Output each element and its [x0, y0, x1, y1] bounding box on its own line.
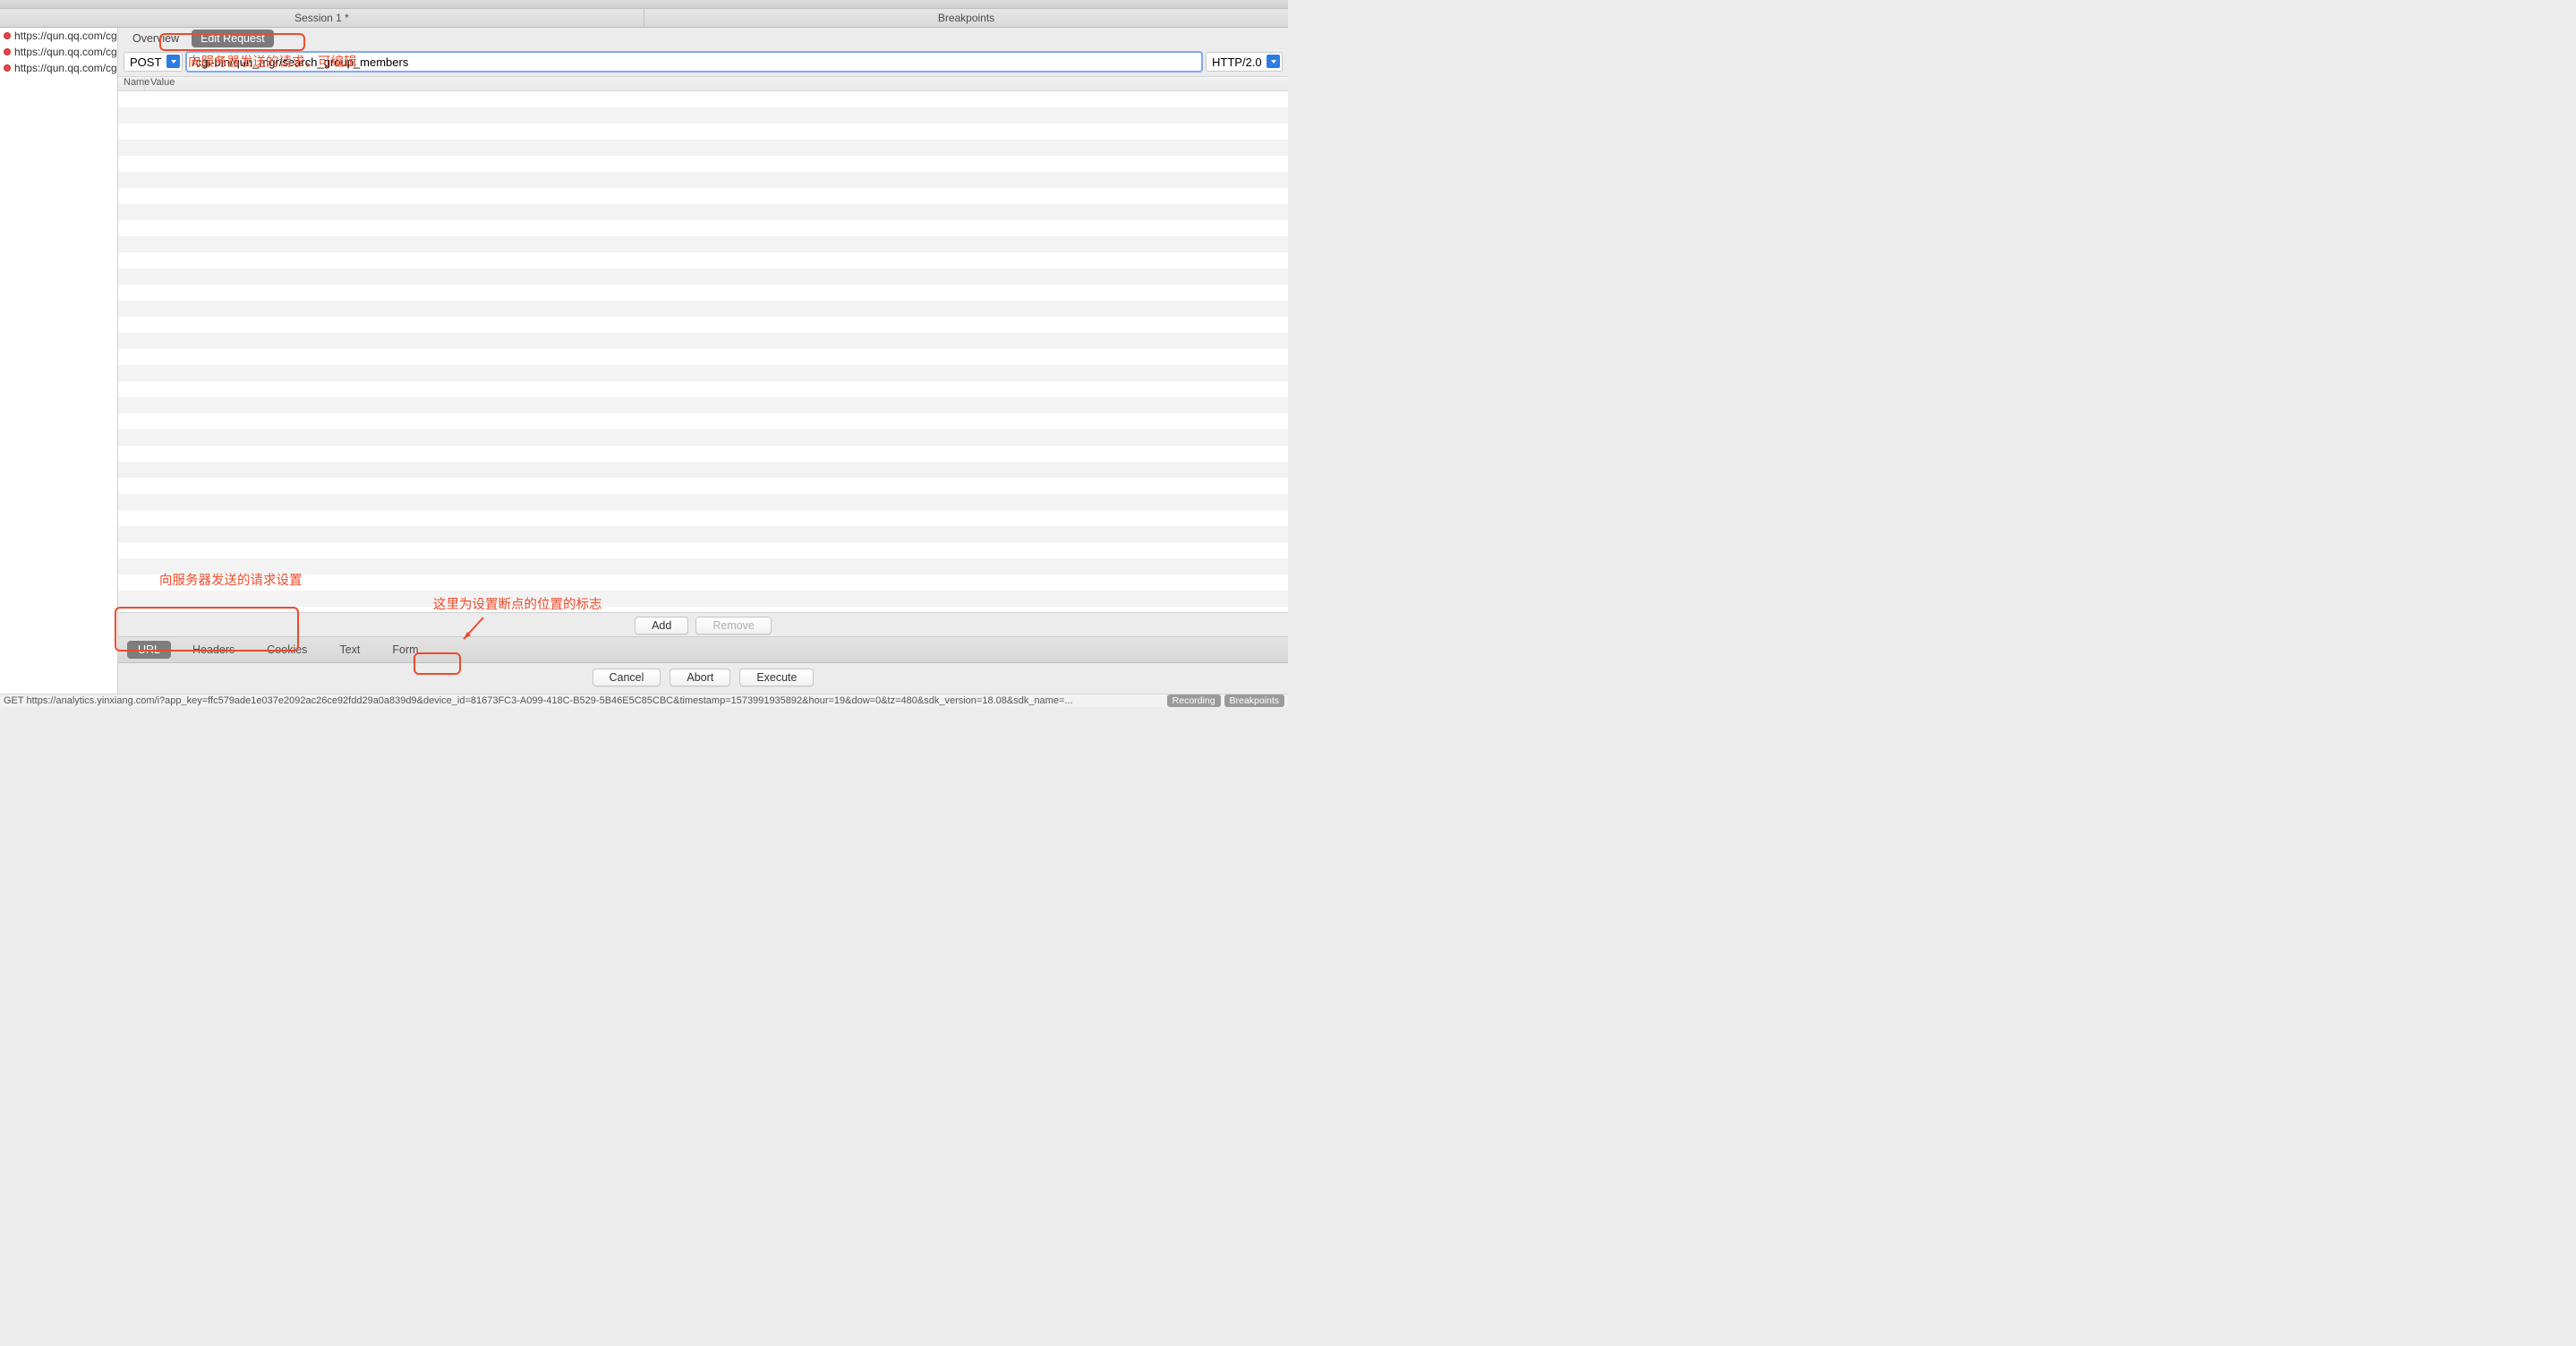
session-url: https://qun.qq.com/cgi-bin/qun_mgr/sea	[14, 30, 117, 42]
add-remove-row: Add Remove	[118, 612, 1288, 636]
tab-overview[interactable]: Overview	[124, 30, 188, 47]
header-tabs: Session 1 * Breakpoints	[0, 9, 1288, 28]
lower-tab-form[interactable]: Form	[381, 641, 429, 659]
session-url: https://qun.qq.com/cgi-bin/qun_mgr/sea	[14, 46, 117, 58]
annotation-text-lower-tabs: 向服务器发送的请求设置	[159, 570, 303, 589]
annotation-text-execute: 这里为设置断点的位置的标志	[433, 594, 602, 613]
lower-tab-text[interactable]: Text	[328, 641, 371, 659]
status-dot-icon	[4, 48, 11, 55]
protocol-select[interactable]: HTTP/2.0	[1206, 52, 1283, 72]
right-panel: Overview Edit Request POST HTTP/2.0 Name…	[118, 28, 1288, 694]
method-select-wrap: POST	[124, 52, 183, 72]
session-item[interactable]: https://qun.qq.com/cgi-bin/qun_mgr/sea	[0, 44, 117, 60]
lower-tab-headers[interactable]: Headers	[182, 641, 245, 659]
session-list[interactable]: https://qun.qq.com/cgi-bin/qun_mgr/sea h…	[0, 28, 118, 694]
abort-button[interactable]: Abort	[670, 669, 730, 686]
session-item[interactable]: https://qun.qq.com/cgi-bin/qun_mgr/sea	[0, 28, 117, 44]
protocol-select-wrap: HTTP/2.0	[1206, 52, 1283, 72]
tab-session[interactable]: Session 1 *	[0, 9, 644, 27]
add-button[interactable]: Add	[635, 617, 688, 635]
lower-tab-cookies[interactable]: Cookies	[256, 641, 318, 659]
lower-tab-url[interactable]: URL	[127, 641, 171, 659]
annotation-text-url: 向服务器发送的请求，可编辑	[188, 52, 357, 71]
col-name[interactable]: Name	[118, 77, 145, 90]
main-area: https://qun.qq.com/cgi-bin/qun_mgr/sea h…	[0, 28, 1288, 694]
session-item[interactable]: https://qun.qq.com/cgi-bin/qun_mgr/sea	[0, 60, 117, 76]
status-bar: GET https://analytics.yinxiang.com/i?app…	[0, 694, 1288, 707]
name-value-header: Name Value	[118, 76, 1288, 91]
cancel-button[interactable]: Cancel	[593, 669, 661, 686]
remove-button[interactable]: Remove	[695, 617, 772, 635]
top-toolbar	[0, 0, 1288, 9]
status-dot-icon	[4, 32, 11, 39]
breakpoints-badge[interactable]: Breakpoints	[1224, 694, 1284, 707]
name-value-body[interactable]	[118, 91, 1288, 612]
execute-button[interactable]: Execute	[739, 669, 814, 686]
session-url: https://qun.qq.com/cgi-bin/qun_mgr/sea	[14, 62, 117, 74]
tab-edit-request[interactable]: Edit Request	[192, 30, 274, 47]
col-value[interactable]: Value	[145, 77, 1288, 90]
status-url: GET https://analytics.yinxiang.com/i?app…	[4, 695, 1164, 706]
method-select[interactable]: POST	[124, 52, 183, 72]
sub-tabs: Overview Edit Request	[118, 28, 1288, 49]
status-dot-icon	[4, 64, 11, 72]
tab-breakpoints[interactable]: Breakpoints	[644, 9, 1288, 27]
recording-badge[interactable]: Recording	[1167, 694, 1221, 707]
bottom-actions: Cancel Abort Execute	[118, 663, 1288, 694]
lower-tabs: URL Headers Cookies Text Form	[118, 636, 1288, 663]
